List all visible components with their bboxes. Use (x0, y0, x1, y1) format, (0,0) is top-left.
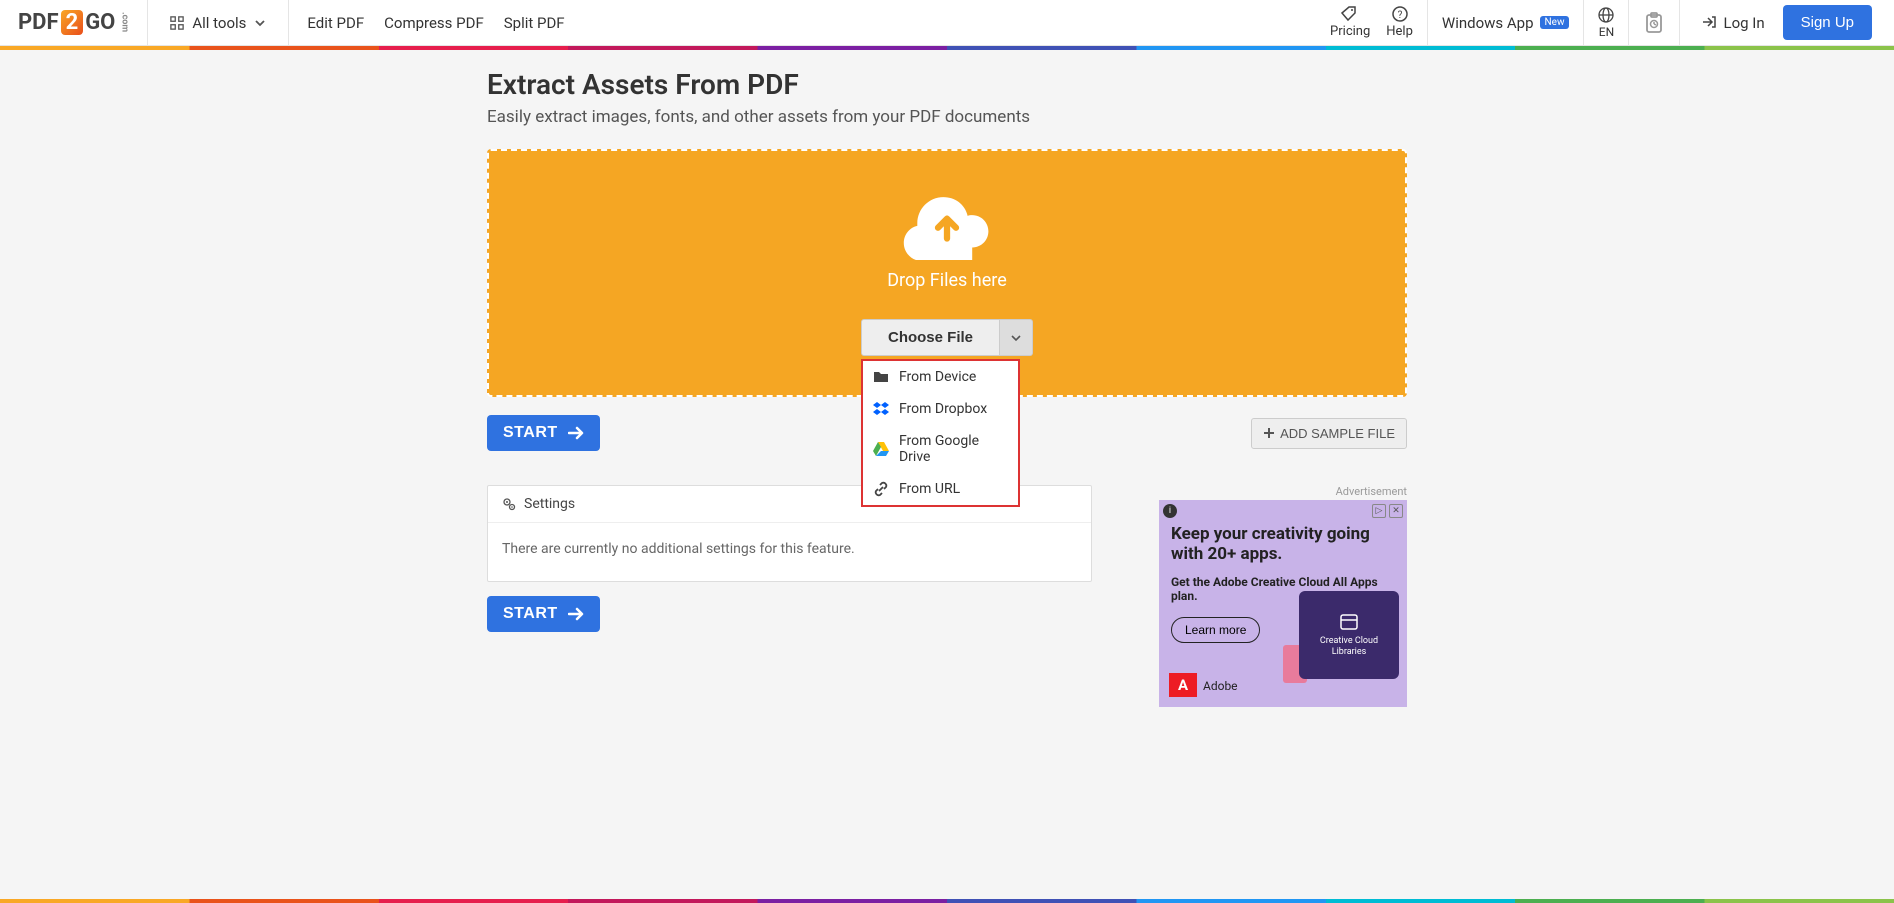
footer-rainbow (0, 899, 1894, 903)
dropdown-label: From Device (899, 369, 976, 385)
adobe-logo: A (1169, 673, 1197, 697)
signup-button[interactable]: Sign Up (1783, 5, 1872, 40)
dropdown-item-dropbox[interactable]: From Dropbox (863, 393, 1018, 425)
lang-code: EN (1599, 25, 1614, 39)
chevron-down-icon (1011, 333, 1021, 343)
ad-card-text: Creative Cloud Libraries (1305, 636, 1393, 658)
body-row: Settings There are currently no addition… (487, 485, 1407, 707)
ad-visual-card: Creative Cloud Libraries (1299, 591, 1399, 679)
drop-zone[interactable]: Drop Files here Choose File From Device … (487, 149, 1407, 397)
pricing-link[interactable]: Pricing (1330, 6, 1370, 39)
dropdown-item-device[interactable]: From Device (863, 361, 1018, 393)
nav-link-edit-pdf[interactable]: Edit PDF (307, 14, 364, 32)
ad-label: Advertisement (1122, 485, 1407, 498)
nav-links: Edit PDF Compress PDF Split PDF (289, 14, 564, 32)
main-container: Extract Assets From PDF Easily extract i… (487, 50, 1407, 707)
all-tools-label: All tools (192, 14, 246, 32)
site-logo[interactable]: PDF 2 GO .com (0, 0, 148, 45)
windows-app-link[interactable]: Windows App New (1428, 0, 1585, 45)
globe-icon (1598, 7, 1614, 23)
ad-info-icon[interactable]: i (1163, 504, 1177, 518)
libraries-icon (1339, 612, 1359, 632)
drop-text: Drop Files here (887, 270, 1007, 291)
plus-icon (1263, 427, 1275, 439)
svg-text:?: ? (1397, 10, 1402, 21)
dropdown-label: From Google Drive (899, 433, 1008, 465)
choose-file-group: Choose File From Device From Dropbox Fro… (861, 319, 1033, 356)
login-icon (1702, 15, 1717, 30)
start-button[interactable]: START (487, 415, 600, 451)
start-button-bottom[interactable]: START (487, 596, 600, 632)
dropdown-label: From Dropbox (899, 401, 987, 417)
new-badge: New (1540, 16, 1570, 29)
choose-file-dropdown-toggle[interactable] (1000, 319, 1033, 356)
login-link[interactable]: Log In (1702, 14, 1764, 32)
link-icon (873, 481, 889, 497)
grid-icon (170, 16, 184, 30)
ad-close-icon[interactable]: ✕ (1389, 504, 1403, 518)
nav-link-split-pdf[interactable]: Split PDF (504, 14, 565, 32)
logo-suffix: .com (119, 12, 129, 32)
nav-link-compress-pdf[interactable]: Compress PDF (384, 14, 484, 32)
logo-part-go: GO (85, 10, 115, 35)
gdrive-icon (873, 441, 889, 457)
dropdown-label: From URL (899, 481, 960, 497)
ad-cta-button[interactable]: Learn more (1171, 617, 1260, 643)
pricing-label: Pricing (1330, 24, 1370, 39)
logo-part-pdf: PDF (18, 10, 59, 35)
platform-label: Windows App (1442, 14, 1534, 32)
dropdown-item-url[interactable]: From URL (863, 473, 1018, 505)
arrow-right-icon (568, 607, 584, 621)
add-sample-label: ADD SAMPLE FILE (1280, 426, 1395, 441)
login-label: Log In (1723, 14, 1764, 32)
settings-body: There are currently no additional settin… (488, 523, 1091, 581)
clipboard-button[interactable] (1629, 0, 1680, 45)
ad-controls: ▷ ✕ (1372, 504, 1403, 518)
cloud-upload-icon (902, 190, 992, 260)
file-source-dropdown: From Device From Dropbox From Google Dri… (861, 359, 1020, 507)
ad-adchoices-icon[interactable]: ▷ (1372, 504, 1386, 518)
start-label: START (503, 605, 558, 623)
tag-icon (1341, 6, 1359, 22)
logo-part-2: 2 (61, 10, 84, 35)
adobe-brand-text: Adobe (1203, 679, 1238, 693)
all-tools-menu[interactable]: All tools (148, 0, 289, 45)
settings-heading: Settings (524, 496, 575, 512)
gears-icon (502, 497, 516, 511)
dropdown-item-gdrive[interactable]: From Google Drive (863, 425, 1018, 473)
language-selector[interactable]: EN (1584, 0, 1629, 45)
choose-file-button[interactable]: Choose File (861, 319, 1000, 356)
advertisement[interactable]: i ▷ ✕ Keep your creativity going with 20… (1159, 500, 1407, 707)
clipboard-icon (1643, 12, 1665, 34)
ad-headline: Keep your creativity going with 20+ apps… (1171, 524, 1395, 565)
folder-icon (873, 369, 889, 385)
top-header: PDF 2 GO .com All tools Edit PDF Compres… (0, 0, 1894, 46)
add-sample-button[interactable]: ADD SAMPLE FILE (1251, 418, 1407, 449)
arrow-right-icon (568, 426, 584, 440)
pricing-help-group: Pricing ? Help (1316, 0, 1428, 45)
dropbox-icon (873, 401, 889, 417)
header-right: Pricing ? Help Windows App New EN Log In… (1316, 0, 1894, 45)
help-label: Help (1386, 24, 1413, 39)
page-title: Extract Assets From PDF (487, 68, 1407, 101)
start-label: START (503, 424, 558, 442)
help-link[interactable]: ? Help (1386, 6, 1413, 39)
ad-column: Advertisement i ▷ ✕ Keep your creativity… (1122, 485, 1407, 707)
page-subtitle: Easily extract images, fonts, and other … (487, 107, 1407, 127)
auth-group: Log In Sign Up (1680, 5, 1894, 40)
question-icon: ? (1392, 6, 1408, 22)
chevron-down-icon (254, 17, 266, 29)
